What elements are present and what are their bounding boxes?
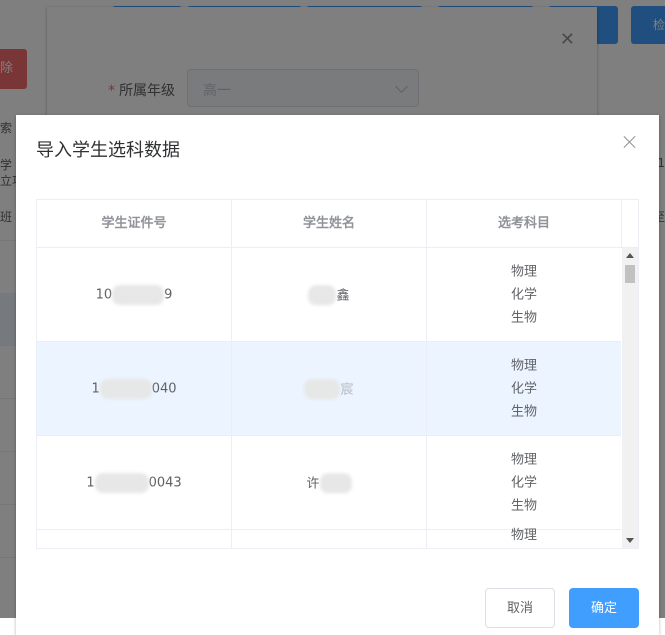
id-text: 1 — [91, 381, 100, 396]
import-dialog: 导入学生选科数据 学生证件号 学生姓名 选考科目 10 9 鑫 物理 化学 生物… — [16, 115, 659, 635]
id-text: 040 — [151, 381, 177, 396]
header-id[interactable]: 学生证件号 — [37, 200, 232, 247]
redaction — [308, 285, 337, 306]
subject-item: 物理 — [510, 358, 537, 373]
name-text: 宸 — [340, 381, 354, 397]
id-text: 0043 — [148, 475, 182, 490]
name-text: 许 — [306, 475, 320, 491]
id-text: 10 — [95, 287, 113, 302]
id-text: 9 — [164, 287, 173, 302]
table-row[interactable]: 物理 — [37, 528, 621, 548]
subject-item: 物理 — [510, 452, 537, 467]
scroll-down-icon[interactable] — [626, 538, 634, 543]
cell-name: 许 — [232, 436, 427, 529]
table-row[interactable]: 1 040 宸 物理 化学 生物 — [37, 342, 621, 436]
header-subjects[interactable]: 选考科目 — [427, 200, 622, 247]
cell-subjects: 物理 化学 生物 — [427, 248, 621, 341]
cell-id: 1 040 — [37, 342, 232, 435]
subject-item: 物理 — [510, 264, 537, 279]
name-text: 鑫 — [336, 287, 350, 303]
table-header: 学生证件号 学生姓名 选考科目 — [37, 200, 638, 248]
redaction — [319, 473, 352, 494]
cell-name — [232, 530, 427, 548]
cell-id: 1 0043 — [37, 436, 232, 529]
cell-subjects: 物理 化学 生物 — [427, 436, 621, 529]
confirm-button[interactable]: 确定 — [569, 588, 639, 628]
cell-subjects: 物理 — [427, 528, 621, 548]
cell-id — [37, 530, 232, 548]
redaction — [304, 379, 341, 400]
table-body: 10 9 鑫 物理 化学 生物 1 040 宸 物理 化学 生物 1 0043 … — [37, 248, 621, 548]
subject-item: 物理 — [510, 528, 537, 543]
subject-item: 生物 — [510, 498, 537, 513]
subject-item: 化学 — [510, 475, 537, 490]
redaction — [99, 378, 152, 399]
subject-item: 生物 — [510, 310, 537, 325]
close-icon[interactable] — [623, 135, 637, 149]
table-row[interactable]: 10 9 鑫 物理 化学 生物 — [37, 248, 621, 342]
subject-item: 化学 — [510, 381, 537, 396]
cell-id: 10 9 — [37, 248, 232, 341]
id-text: 1 — [86, 475, 95, 490]
header-name[interactable]: 学生姓名 — [232, 200, 427, 247]
scroll-up-icon[interactable] — [626, 253, 634, 258]
subject-item: 生物 — [510, 404, 537, 419]
dialog-title: 导入学生选科数据 — [36, 140, 180, 161]
subject-item: 化学 — [510, 287, 537, 302]
cell-name: 鑫 — [232, 248, 427, 341]
cell-name: 宸 — [232, 342, 427, 435]
cell-subjects: 物理 化学 生物 — [427, 342, 621, 435]
table-row[interactable]: 1 0043 许 物理 化学 生物 — [37, 436, 621, 530]
redaction — [94, 472, 149, 493]
redaction — [112, 284, 165, 305]
table-scrollbar[interactable] — [622, 248, 638, 548]
cancel-button[interactable]: 取消 — [485, 588, 555, 628]
scroll-thumb[interactable] — [625, 265, 635, 283]
student-table: 学生证件号 学生姓名 选考科目 10 9 鑫 物理 化学 生物 1 040 宸 … — [36, 199, 639, 549]
